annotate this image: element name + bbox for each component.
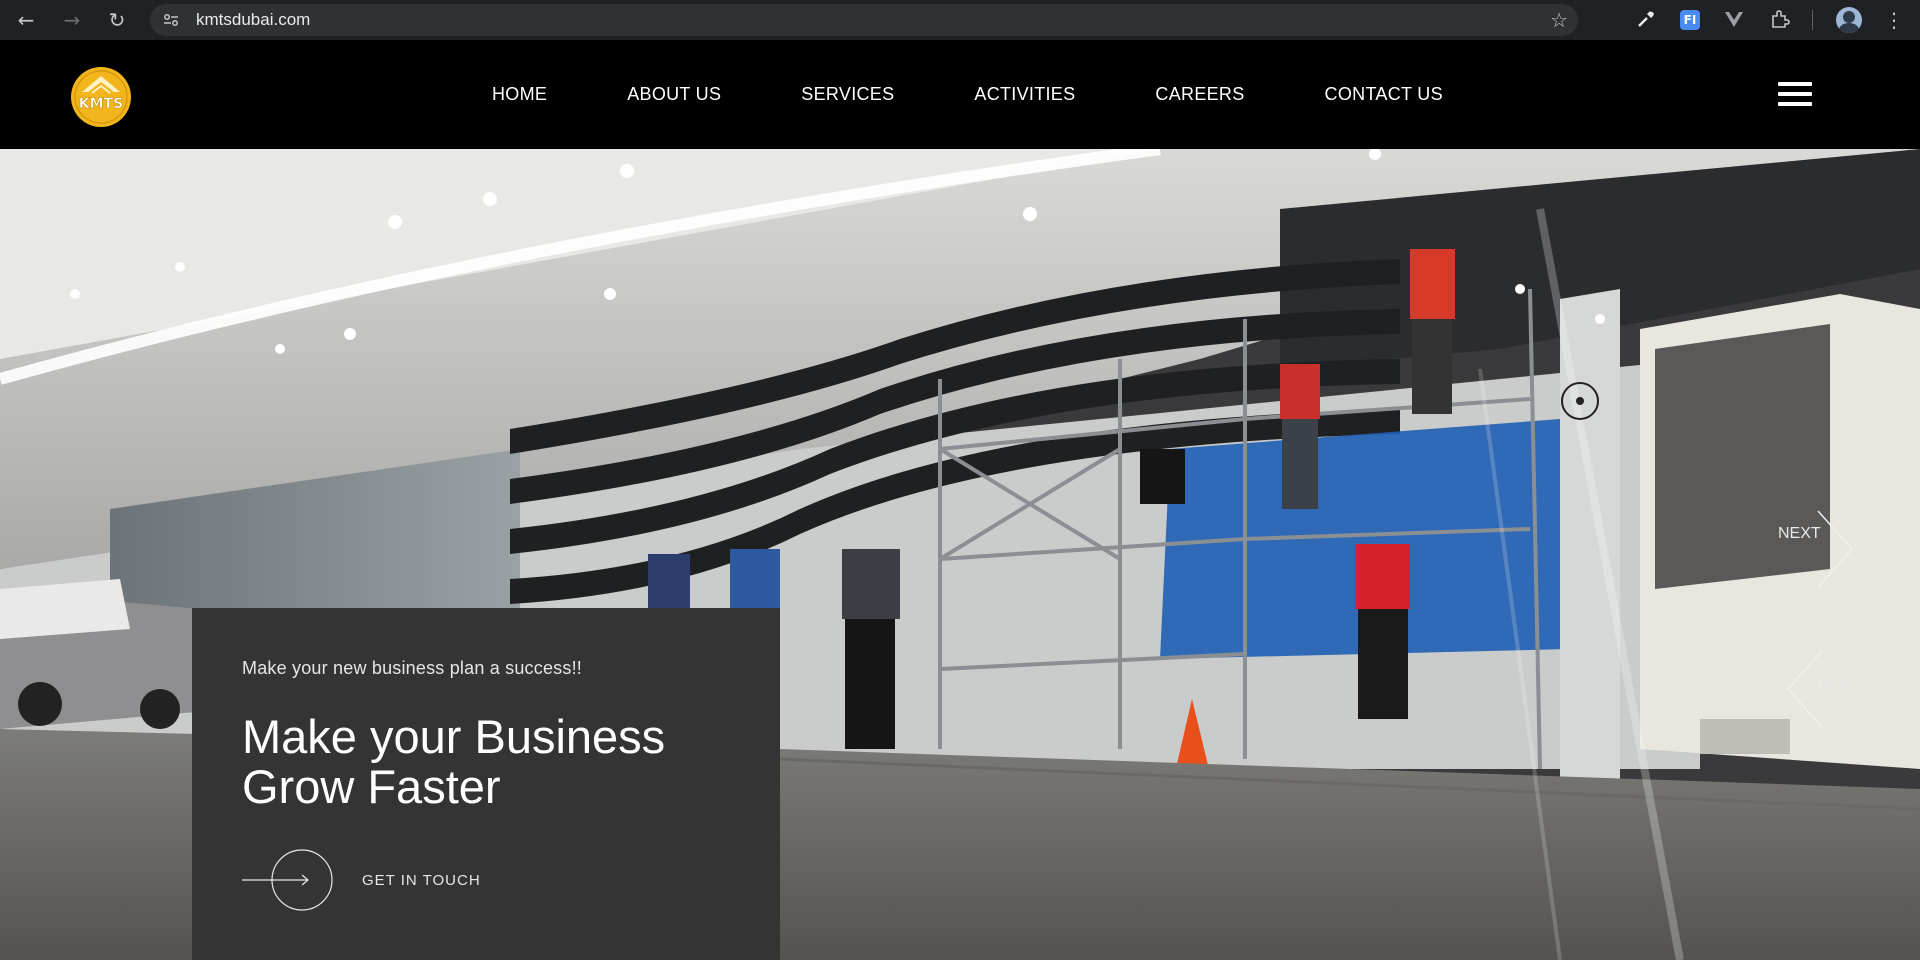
nav-activities[interactable]: ACTIVITIES: [974, 84, 1075, 105]
profile-avatar[interactable]: [1836, 7, 1862, 33]
site-header: KMTS HOME ABOUT US SERVICES ACTIVITIES C…: [0, 40, 1920, 149]
browser-menu-icon[interactable]: ⋮: [1882, 8, 1906, 32]
address-bar[interactable]: kmtsdubai.com ☆: [150, 4, 1578, 36]
arrow-right-icon: [242, 849, 333, 911]
slider-next-button[interactable]: NEXT: [1778, 509, 1858, 589]
extensions-puzzle-icon[interactable]: [1768, 8, 1792, 32]
url-text[interactable]: kmtsdubai.com: [196, 11, 310, 29]
hero-promo-panel: Make your new business plan a success!! …: [192, 608, 780, 960]
reload-icon[interactable]: ↻: [105, 8, 129, 32]
hero-slider: NEXT PREV Make your new business plan a …: [0, 149, 1920, 960]
kmts-logo[interactable]: KMTS: [68, 66, 134, 128]
forward-icon[interactable]: →: [60, 8, 84, 32]
hero-headline: Make your Business Grow Faster: [242, 710, 666, 813]
nav-services[interactable]: SERVICES: [801, 84, 894, 105]
back-icon[interactable]: ←: [14, 8, 38, 32]
nav-about-us[interactable]: ABOUT US: [627, 84, 721, 105]
nav-contact-us[interactable]: CONTACT US: [1325, 84, 1443, 105]
bookmark-star-icon[interactable]: ☆: [1550, 8, 1568, 32]
chevron-right-icon: [1817, 510, 1854, 588]
site-info-icon[interactable]: [162, 11, 180, 29]
slider-prev-button[interactable]: PREV: [1782, 649, 1862, 729]
browser-toolbar: ← → ↻ kmtsdubai.com ☆ FI ⋮: [0, 0, 1920, 40]
toolbar-divider: [1812, 10, 1813, 30]
fi-extension-icon[interactable]: FI: [1680, 10, 1700, 30]
get-in-touch-button[interactable]: GET IN TOUCH: [242, 848, 542, 912]
vue-extension-icon[interactable]: [1722, 8, 1746, 32]
main-nav: HOME ABOUT US SERVICES ACTIVITIES CAREER…: [492, 40, 1443, 149]
slider-prev-label: PREV: [1818, 677, 1862, 694]
get-in-touch-label: GET IN TOUCH: [362, 872, 481, 889]
svg-text:KMTS: KMTS: [79, 96, 123, 112]
eyedropper-extension-icon[interactable]: [1634, 8, 1658, 32]
nav-careers[interactable]: CAREERS: [1155, 84, 1244, 105]
hero-subtitle: Make your new business plan a success!!: [242, 658, 582, 678]
nav-home[interactable]: HOME: [492, 84, 547, 105]
hamburger-menu-icon[interactable]: [1778, 82, 1812, 108]
